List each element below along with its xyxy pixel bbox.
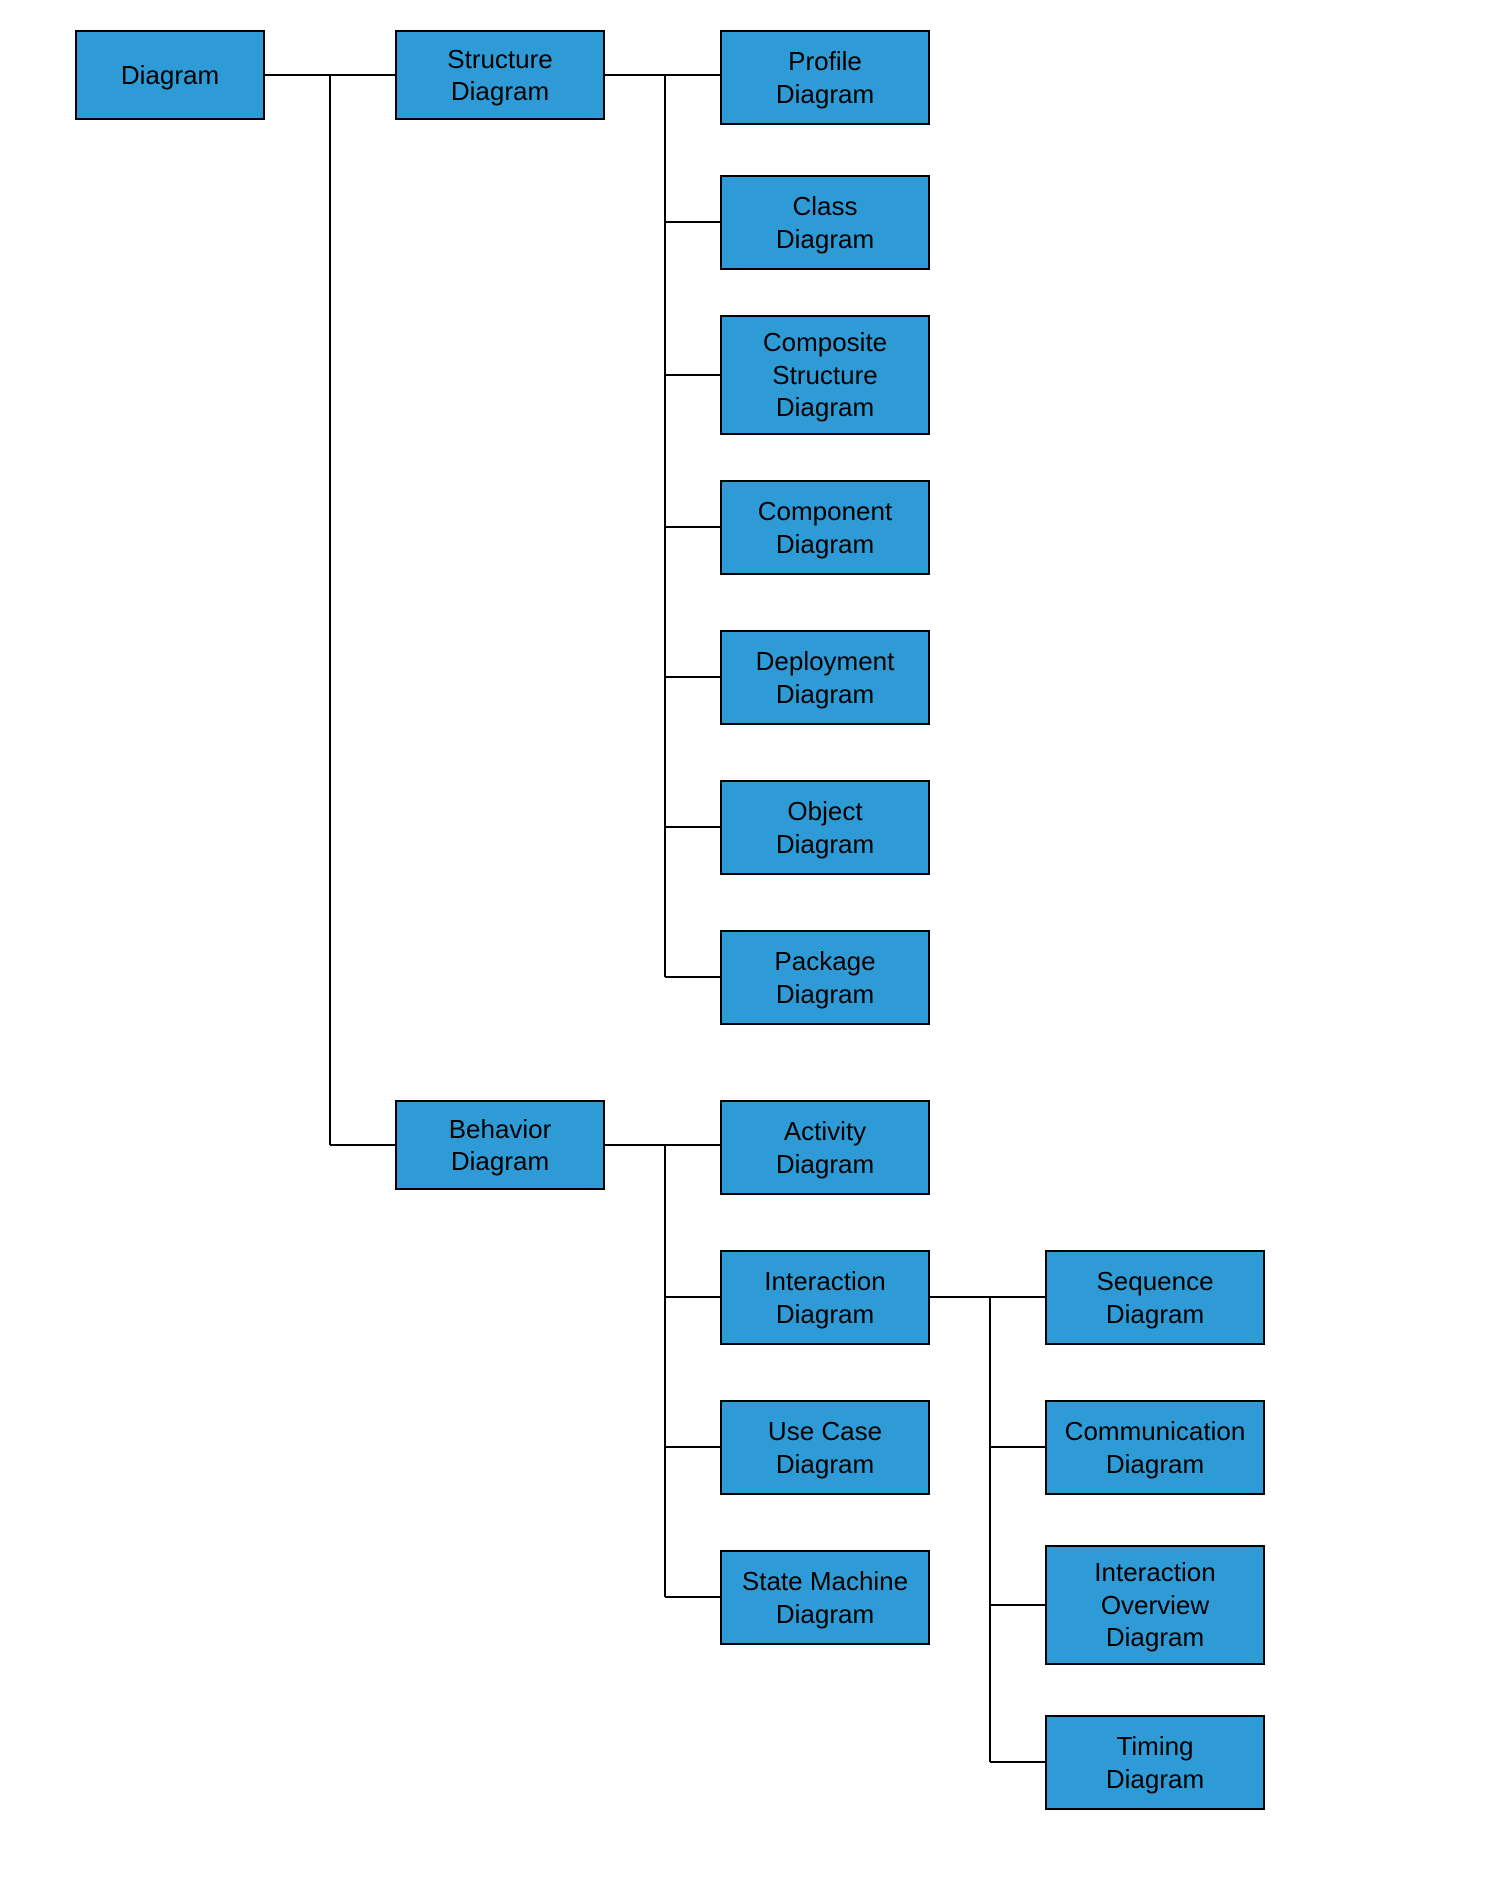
diagram-canvas: Diagram Structure Diagram Behavior Diagr… xyxy=(0,0,1500,1900)
node-component-diagram: Component Diagram xyxy=(720,480,930,575)
node-composite-structure-diagram: Composite Structure Diagram xyxy=(720,315,930,435)
node-class-diagram: Class Diagram xyxy=(720,175,930,270)
node-diagram: Diagram xyxy=(75,30,265,120)
node-package-diagram: Package Diagram xyxy=(720,930,930,1025)
node-structure-diagram: Structure Diagram xyxy=(395,30,605,120)
node-use-case-diagram: Use Case Diagram xyxy=(720,1400,930,1495)
node-profile-diagram: Profile Diagram xyxy=(720,30,930,125)
node-state-machine-diagram: State Machine Diagram xyxy=(720,1550,930,1645)
node-communication-diagram: Communication Diagram xyxy=(1045,1400,1265,1495)
node-activity-diagram: Activity Diagram xyxy=(720,1100,930,1195)
node-object-diagram: Object Diagram xyxy=(720,780,930,875)
node-deployment-diagram: Deployment Diagram xyxy=(720,630,930,725)
node-behavior-diagram: Behavior Diagram xyxy=(395,1100,605,1190)
node-sequence-diagram: Sequence Diagram xyxy=(1045,1250,1265,1345)
node-timing-diagram: Timing Diagram xyxy=(1045,1715,1265,1810)
node-interaction-overview-diagram: Interaction Overview Diagram xyxy=(1045,1545,1265,1665)
node-interaction-diagram: Interaction Diagram xyxy=(720,1250,930,1345)
